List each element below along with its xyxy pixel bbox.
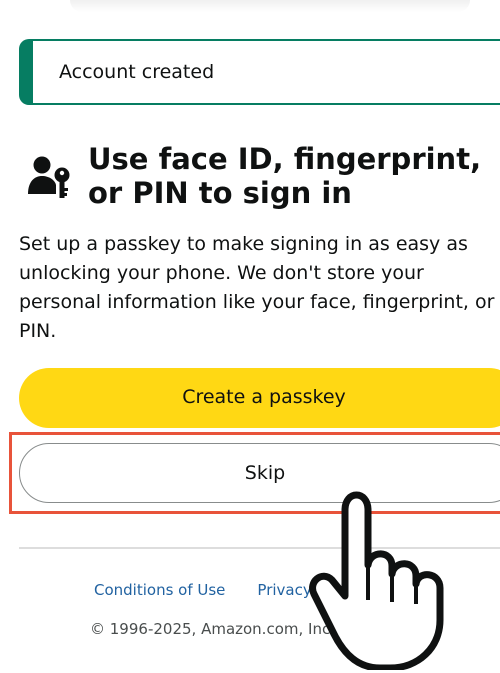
page-title: Use face ID, fingerprint, or PIN to sign… bbox=[88, 142, 482, 210]
create-passkey-button[interactable]: Create a passkey bbox=[19, 368, 500, 428]
passkey-description: Set up a passkey to make signing in as e… bbox=[19, 233, 495, 342]
conditions-of-use-link[interactable]: Conditions of Use bbox=[94, 581, 225, 599]
passkey-setup-page: Account created Use face ID, fingerprint… bbox=[0, 0, 500, 673]
top-shadow bbox=[70, 0, 470, 12]
create-passkey-label: Create a passkey bbox=[182, 386, 346, 408]
alert-message: Account created bbox=[59, 61, 215, 83]
success-alert: Account created bbox=[19, 39, 500, 105]
passkey-user-key-icon bbox=[28, 156, 70, 198]
hand-pointer-icon bbox=[309, 491, 444, 670]
